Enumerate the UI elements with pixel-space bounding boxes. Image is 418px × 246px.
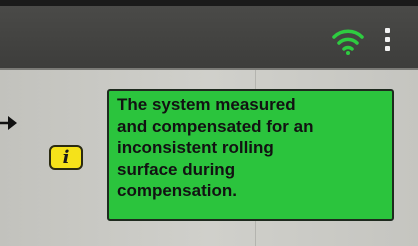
top-status-bar [0, 0, 418, 70]
arrow-right-icon [0, 116, 17, 130]
info-icon: i [49, 145, 83, 170]
wifi-icon [332, 29, 364, 55]
kebab-menu-icon[interactable] [381, 28, 393, 58]
compensation-message: The system measured and compensated for … [107, 89, 394, 221]
